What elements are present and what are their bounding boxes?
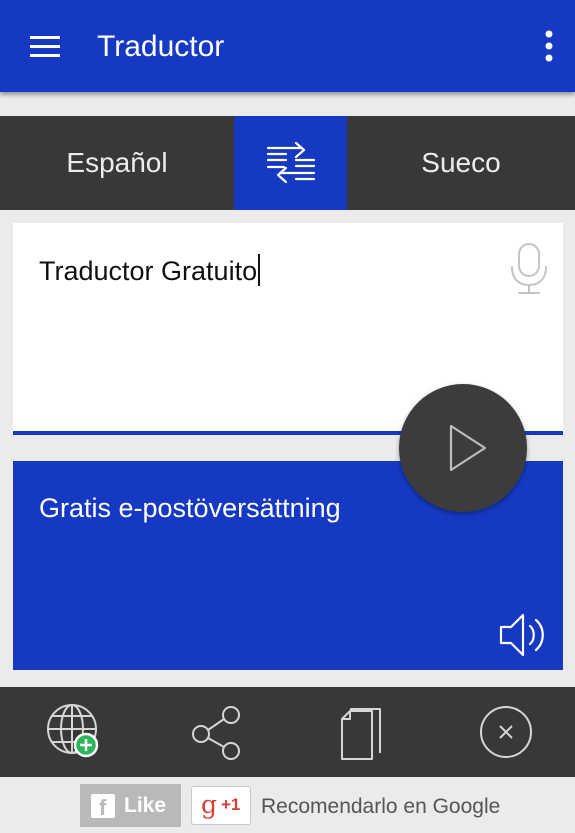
copy-icon[interactable] bbox=[332, 701, 396, 763]
swap-arrows-icon bbox=[266, 142, 316, 184]
like-label: Like bbox=[124, 794, 167, 817]
target-language-button[interactable]: Sueco bbox=[347, 116, 575, 210]
swap-languages-button[interactable] bbox=[234, 116, 347, 210]
translated-text: Gratis e-postöversättning bbox=[39, 493, 341, 523]
facebook-like-button[interactable]: f Like bbox=[80, 784, 181, 827]
source-text-input[interactable]: Traductor Gratuito bbox=[39, 253, 261, 289]
plus-one-label: +1 bbox=[221, 795, 241, 814]
microphone-icon[interactable] bbox=[507, 241, 551, 297]
app-title: Traductor bbox=[97, 30, 225, 63]
share-icon[interactable] bbox=[186, 701, 250, 763]
google-g-icon: g bbox=[201, 790, 218, 819]
translate-play-button[interactable] bbox=[399, 384, 527, 512]
language-bar: Español Sueco bbox=[0, 116, 575, 210]
source-language-button[interactable]: Español bbox=[0, 116, 234, 210]
google-plus-one-button[interactable]: g +1 bbox=[191, 786, 251, 825]
speaker-icon[interactable] bbox=[497, 610, 553, 660]
globe-add-icon[interactable] bbox=[44, 701, 108, 763]
app-bar: Traductor bbox=[0, 0, 575, 92]
facebook-icon: f bbox=[91, 794, 115, 820]
social-footer: f Like g +1 Recomendarlo en Google bbox=[0, 777, 575, 833]
more-vert-icon[interactable] bbox=[541, 26, 557, 66]
recommend-text: Recomendarlo en Google bbox=[261, 795, 501, 818]
hamburger-menu-icon[interactable] bbox=[24, 28, 66, 64]
play-icon bbox=[449, 424, 487, 472]
action-toolbar bbox=[0, 687, 575, 777]
text-cursor bbox=[258, 254, 261, 286]
clear-icon[interactable] bbox=[475, 701, 539, 763]
source-text-value: Traductor Gratuito bbox=[39, 256, 258, 286]
